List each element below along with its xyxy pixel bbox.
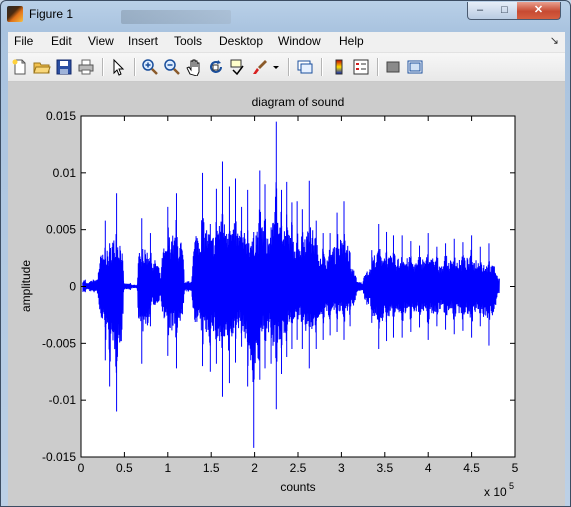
new-figure-icon[interactable] [10,57,30,77]
open-file-icon[interactable] [32,57,52,77]
toolbar-separator [134,58,136,76]
x-tick-label: 3 [338,461,345,475]
menu-window[interactable]: Window [278,34,321,48]
x-tick-label: 2.5 [290,461,307,475]
background-window-ghost [121,10,231,24]
toolbar-separator [321,58,323,76]
menu-desktop[interactable]: Desktop [219,34,263,48]
save-icon[interactable] [54,57,74,77]
x-tick-label: 0 [78,461,85,475]
figure-canvas[interactable]: 0 0.5 1 1.5 2 2.5 3 3.5 4 4.5 5 0.015 0.01 0.005 0 -0.… [8,82,565,506]
y-tick-label: 0.015 [46,109,76,123]
figure-window: Figure 1 ‒ □ ✕ File Edit View Insert Too… [0,0,571,507]
y-tick-label: -0.005 [42,336,76,350]
edit-plot-arrow-icon[interactable] [108,57,128,77]
x-tick-label: 4.5 [463,461,480,475]
close-button[interactable]: ✕ [517,2,561,20]
pan-hand-icon[interactable] [184,57,204,77]
show-plot-tools-icon[interactable] [405,57,425,77]
figure-toolbar [8,53,565,82]
link-plot-icon[interactable] [295,57,315,77]
plot-title: diagram of sound [252,95,345,109]
toolbar-separator [102,58,104,76]
title-bar[interactable]: Figure 1 ‒ □ ✕ [1,1,570,29]
x-tick-label: 2 [251,461,258,475]
x-tick-label: 3.5 [376,461,393,475]
y-tick-label: 0.01 [53,166,77,180]
menu-edit[interactable]: Edit [51,34,72,48]
zoom-in-icon[interactable] [140,57,160,77]
matlab-logo-icon [7,6,23,22]
print-icon[interactable] [76,57,96,77]
x-tick-label: 5 [512,461,519,475]
x-tick-label: 0.5 [116,461,133,475]
y-tick-label: -0.01 [49,393,77,407]
y-tick-label: 0.005 [46,223,76,237]
rotate-3d-icon[interactable] [206,57,226,77]
plot-svg: 0 0.5 1 1.5 2 2.5 3 3.5 4 4.5 5 0.0150.010.0050-0.… [19,95,519,499]
dock-arrow-icon[interactable]: ↘ [550,34,559,47]
menu-tools[interactable]: Tools [174,34,202,48]
x-axis-label: counts [280,480,315,494]
menu-bar: File Edit View Insert Tools Desktop Wind… [8,32,565,53]
menu-insert[interactable]: Insert [128,34,158,48]
x-tick-label: 4 [425,461,432,475]
window-title: Figure 1 [29,7,74,21]
minimize-button[interactable]: ‒ [467,2,493,20]
x-exponent-power: 5 [509,481,514,491]
y-tick-label: 0 [69,280,76,294]
toolbar-separator [377,58,379,76]
x-exponent-label: x 10 [484,485,507,499]
data-cursor-icon[interactable] [228,57,248,77]
toolbar-separator [288,58,290,76]
y-tick-label: -0.015 [42,450,76,464]
maximize-button[interactable]: □ [492,2,518,20]
x-tick-label: 1.5 [203,461,220,475]
zoom-out-icon[interactable] [162,57,182,77]
brush-icon[interactable] [250,57,270,77]
insert-legend-icon[interactable] [351,57,371,77]
y-axis-label: amplitude [19,260,33,312]
hide-plot-tools-icon[interactable] [383,57,403,77]
insert-colorbar-icon[interactable] [329,57,349,77]
menu-view[interactable]: View [88,34,114,48]
menu-file[interactable]: File [14,34,33,48]
brush-dropdown-icon[interactable] [270,57,282,77]
x-tick-label: 1 [164,461,171,475]
menu-help[interactable]: Help [339,34,364,48]
